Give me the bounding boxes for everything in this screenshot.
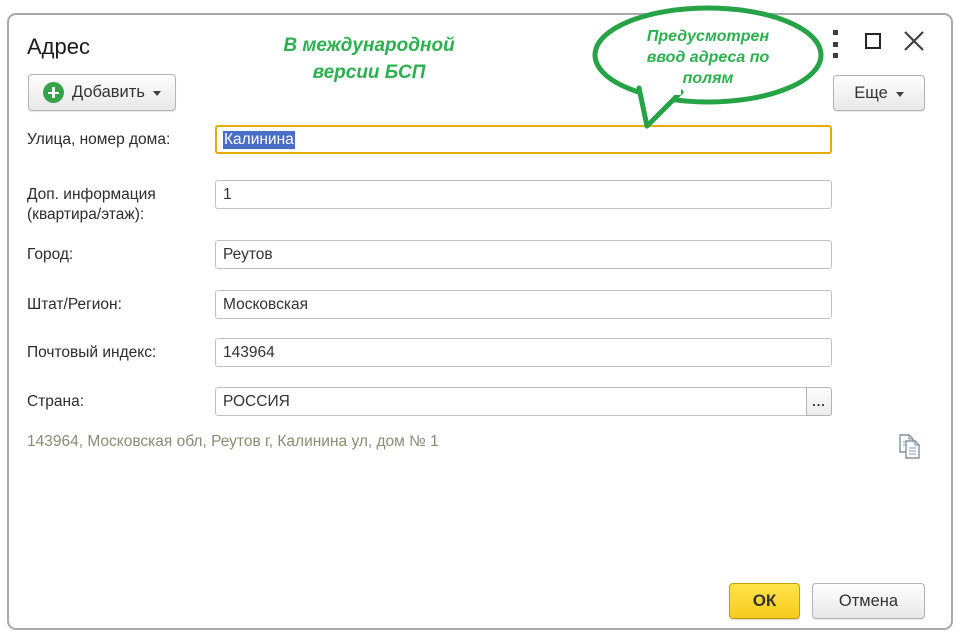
- form-row-city: Город:: [27, 240, 832, 269]
- callout-bubble: Предусмотрен ввод адреса по полям: [584, 3, 829, 148]
- form-row-country: Страна: ...: [27, 387, 832, 416]
- maximize-icon[interactable]: [865, 33, 881, 49]
- state-region-input[interactable]: [215, 290, 832, 319]
- postal-code-label: Почтовый индекс:: [27, 344, 157, 361]
- extra-info-input[interactable]: [215, 180, 832, 209]
- copy-button[interactable]: [893, 431, 927, 465]
- country-field-group: ...: [215, 387, 832, 416]
- close-icon[interactable]: [902, 29, 926, 53]
- page-title: Адрес: [27, 34, 90, 59]
- city-label: Город:: [27, 246, 74, 263]
- form-row-extra-info: Доп. информация (квартира/этаж):: [27, 180, 832, 225]
- chevron-down-icon: [895, 91, 904, 97]
- extra-info-label: Доп. информация (квартира/этаж):: [27, 186, 156, 223]
- bubble-line: полям: [682, 70, 734, 87]
- address-dialog: Адрес В международной версии БСП Предусм…: [7, 5, 953, 630]
- add-button-label: Добавить: [72, 83, 145, 101]
- address-summary: 143964, Московская обл, Реутов г, Калини…: [27, 433, 439, 450]
- kebab-dot: [832, 53, 838, 58]
- ok-button[interactable]: ОК: [729, 583, 800, 619]
- cancel-button[interactable]: Отмена: [812, 583, 925, 619]
- more-button-label: Еще: [854, 83, 888, 102]
- form-row-state-region: Штат/Регион:: [27, 290, 832, 319]
- bubble-line: Предусмотрен: [646, 28, 770, 45]
- kebab-menu-icon[interactable]: [828, 30, 842, 58]
- form-row-postal-code: Почтовый индекс:: [27, 338, 832, 367]
- state-region-label: Штат/Регион:: [27, 296, 122, 313]
- more-button[interactable]: Еще: [833, 75, 925, 111]
- city-input[interactable]: [215, 240, 832, 269]
- street-label: Улица, номер дома:: [27, 131, 171, 148]
- bsp-version-note: В международной версии БСП: [227, 32, 511, 86]
- country-picker-button[interactable]: ...: [806, 387, 832, 416]
- kebab-dot: [832, 30, 838, 35]
- copy-pages-icon: [899, 433, 921, 459]
- country-input[interactable]: [215, 387, 807, 416]
- kebab-dot: [832, 41, 838, 47]
- add-button[interactable]: Добавить: [28, 74, 176, 111]
- bubble-line: ввод адреса по: [646, 49, 770, 66]
- bsp-note-line: В международной: [283, 35, 455, 56]
- country-label: Страна:: [27, 393, 85, 410]
- postal-code-input[interactable]: [215, 338, 832, 367]
- plus-circle-icon: [43, 82, 64, 103]
- callout-bubble-text: Предусмотрен ввод адреса по полям: [608, 26, 808, 89]
- bsp-note-line: версии БСП: [312, 62, 426, 83]
- selected-text: Калинина: [223, 130, 295, 149]
- chevron-down-icon: [152, 91, 161, 96]
